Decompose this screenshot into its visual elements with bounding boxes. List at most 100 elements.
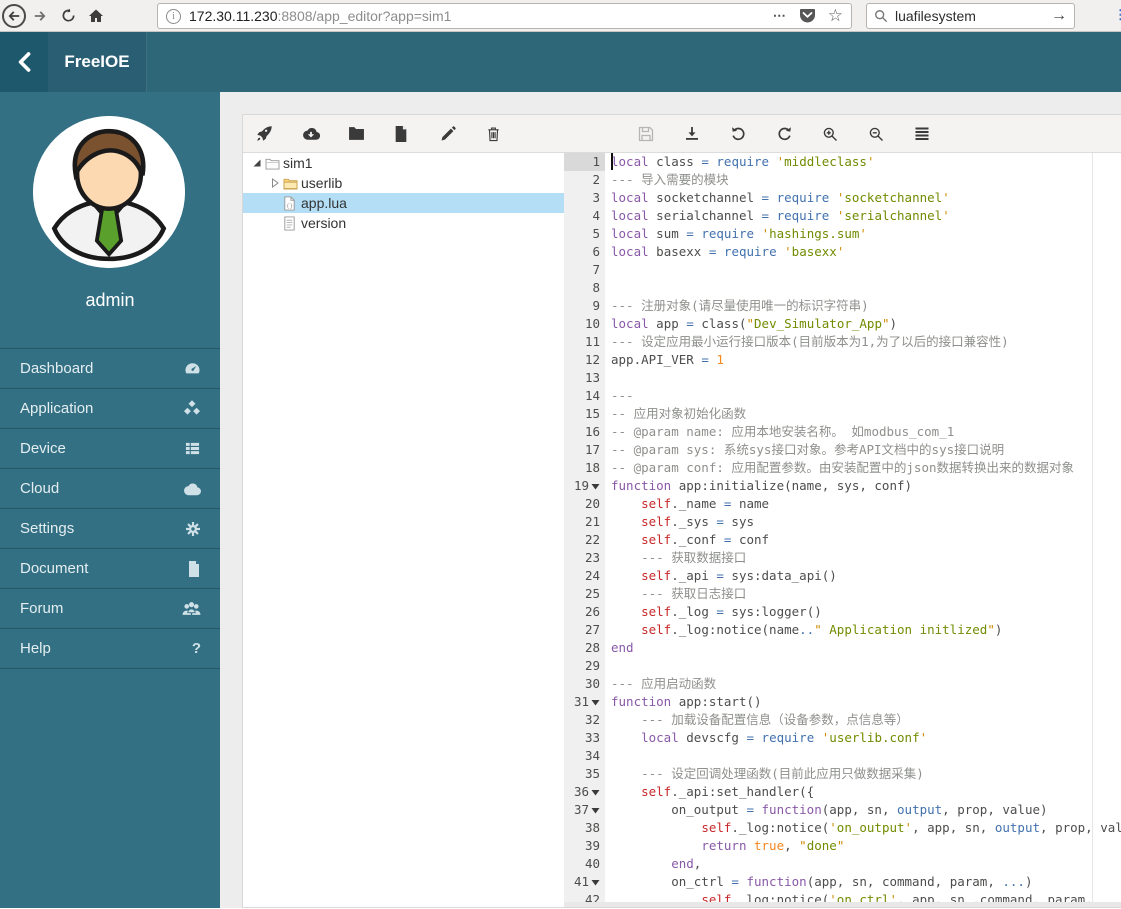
gutter-line-22[interactable]: 22 bbox=[564, 531, 605, 549]
code-line[interactable]: self._log = sys:logger() bbox=[605, 603, 1121, 621]
home-icon[interactable] bbox=[82, 2, 110, 30]
gutter-line-24[interactable]: 24 bbox=[564, 567, 605, 585]
sidebar-item-help[interactable]: Help? bbox=[0, 628, 220, 668]
gutter-line-12[interactable]: 12 bbox=[564, 351, 605, 369]
sidebar-item-application[interactable]: Application bbox=[0, 388, 220, 428]
code-line[interactable]: local class = require 'middleclass' bbox=[605, 153, 1121, 171]
gutter-line-25[interactable]: 25 bbox=[564, 585, 605, 603]
code-editor[interactable]: 1 2 3 4 5 6 7 8 9 10 11 12 13 14 15 16 17 18 19 20 21 22 23 24 2… bbox=[564, 153, 1121, 907]
tree-item-app-lua[interactable]: {} app.lua bbox=[243, 193, 564, 213]
code-line[interactable]: local devscfg = require 'userlib.conf' bbox=[605, 729, 1121, 747]
code-line[interactable] bbox=[605, 369, 1121, 387]
gutter-line-28[interactable]: 28 bbox=[564, 639, 605, 657]
code-line[interactable]: --- 设定回调处理函数(目前此应用只做数据采集) bbox=[605, 765, 1121, 783]
fold-arrow-icon[interactable] bbox=[591, 693, 600, 711]
gutter-line-19[interactable]: 19 bbox=[564, 477, 605, 495]
gutter-line-15[interactable]: 15 bbox=[564, 405, 605, 423]
code-line[interactable]: --- 加载设备配置信息（设备参数，点信息等） bbox=[605, 711, 1121, 729]
fold-arrow-icon[interactable] bbox=[591, 801, 600, 819]
gutter-line-10[interactable]: 10 bbox=[564, 315, 605, 333]
code-line[interactable]: self._log:notice(name.." Application ini… bbox=[605, 621, 1121, 639]
sidebar-item-settings[interactable]: Settings bbox=[0, 508, 220, 548]
editor-code-area[interactable]: local class = require 'middleclass' --- 导… bbox=[605, 153, 1121, 907]
gutter-line-35[interactable]: 35 bbox=[564, 765, 605, 783]
code-line[interactable]: self._conf = conf bbox=[605, 531, 1121, 549]
code-line[interactable]: -- @param name: 应用本地安装名称。 如modbus_com_1 bbox=[605, 423, 1121, 441]
gutter-line-33[interactable]: 33 bbox=[564, 729, 605, 747]
gutter-line-31[interactable]: 31 bbox=[564, 693, 605, 711]
toolbar-download-button[interactable] bbox=[684, 122, 730, 146]
code-line[interactable]: --- 注册对象(请尽量使用唯一的标识字符串) bbox=[605, 297, 1121, 315]
page-actions-icon[interactable]: ⋯ bbox=[773, 8, 787, 24]
gutter-line-5[interactable]: 5 bbox=[564, 225, 605, 243]
toolbar-pencil-button[interactable] bbox=[440, 122, 486, 146]
gutter-line-30[interactable]: 30 bbox=[564, 675, 605, 693]
gutter-line-23[interactable]: 23 bbox=[564, 549, 605, 567]
code-line[interactable]: --- bbox=[605, 387, 1121, 405]
pocket-icon[interactable] bbox=[799, 7, 816, 26]
code-line[interactable] bbox=[605, 747, 1121, 765]
code-line[interactable]: on_output = function(app, sn, output, pr… bbox=[605, 801, 1121, 819]
toolbar-zoom-in-button[interactable] bbox=[822, 122, 868, 146]
search-go-icon[interactable]: → bbox=[1051, 7, 1067, 25]
gutter-line-26[interactable]: 26 bbox=[564, 603, 605, 621]
code-line[interactable]: self._api:set_handler({ bbox=[605, 783, 1121, 801]
gutter-line-14[interactable]: 14 bbox=[564, 387, 605, 405]
code-line[interactable]: -- @param sys: 系统sys接口对象。参考API文档中的sys接口说… bbox=[605, 441, 1121, 459]
gutter-line-40[interactable]: 40 bbox=[564, 855, 605, 873]
search-input[interactable]: luafilesystem → bbox=[866, 3, 1075, 29]
gutter-line-27[interactable]: 27 bbox=[564, 621, 605, 639]
code-line[interactable]: self._name = name bbox=[605, 495, 1121, 513]
toolbar-cloud-download-button[interactable] bbox=[302, 122, 348, 146]
brand-logo[interactable]: FreeIOE bbox=[48, 32, 147, 92]
toolbar-rocket-button[interactable] bbox=[256, 122, 302, 146]
sidebar-item-document[interactable]: Document bbox=[0, 548, 220, 588]
gutter-line-9[interactable]: 9 bbox=[564, 297, 605, 315]
code-line[interactable]: end, bbox=[605, 855, 1121, 873]
fold-arrow-icon[interactable] bbox=[591, 783, 600, 801]
header-back-button[interactable] bbox=[0, 32, 48, 92]
fold-arrow-icon[interactable] bbox=[591, 477, 600, 495]
toolbar-file-button[interactable] bbox=[394, 122, 440, 146]
site-info-icon[interactable]: i bbox=[166, 8, 181, 24]
code-line[interactable] bbox=[605, 261, 1121, 279]
gutter-line-39[interactable]: 39 bbox=[564, 837, 605, 855]
code-line[interactable]: end bbox=[605, 639, 1121, 657]
toolbar-redo-button[interactable] bbox=[776, 122, 822, 146]
code-line[interactable]: function app:start() bbox=[605, 693, 1121, 711]
code-line[interactable]: self._api = sys:data_api() bbox=[605, 567, 1121, 585]
toolbar-trash-button[interactable] bbox=[486, 122, 532, 146]
code-line[interactable]: function app:initialize(name, sys, conf) bbox=[605, 477, 1121, 495]
tree-expander-icon[interactable] bbox=[249, 158, 265, 168]
gutter-line-32[interactable]: 32 bbox=[564, 711, 605, 729]
code-line[interactable]: --- 导入需要的模块 bbox=[605, 171, 1121, 189]
toolbar-justify-button[interactable] bbox=[914, 122, 960, 146]
toolbar-save-button[interactable] bbox=[638, 122, 684, 146]
toolbar-folder-button[interactable] bbox=[348, 122, 394, 146]
gutter-line-2[interactable]: 2 bbox=[564, 171, 605, 189]
gutter-line-37[interactable]: 37 bbox=[564, 801, 605, 819]
code-line[interactable]: return true, "done" bbox=[605, 837, 1121, 855]
code-line[interactable]: --- 获取日志接口 bbox=[605, 585, 1121, 603]
gutter-line-1[interactable]: 1 bbox=[564, 153, 605, 171]
sidebar-item-cloud[interactable]: Cloud bbox=[0, 468, 220, 508]
gutter-line-8[interactable]: 8 bbox=[564, 279, 605, 297]
gutter-line-18[interactable]: 18 bbox=[564, 459, 605, 477]
gutter-line-13[interactable]: 13 bbox=[564, 369, 605, 387]
url-bar[interactable]: i 172.30.11.230:8808/app_editor?app=sim1… bbox=[157, 3, 852, 29]
gutter-line-20[interactable]: 20 bbox=[564, 495, 605, 513]
bookmark-star-icon[interactable]: ☆ bbox=[828, 6, 843, 26]
gutter-line-11[interactable]: 11 bbox=[564, 333, 605, 351]
sidebar-item-dashboard[interactable]: Dashboard bbox=[0, 348, 220, 388]
gutter-line-41[interactable]: 41 bbox=[564, 873, 605, 891]
tree-item-sim1[interactable]: sim1 bbox=[243, 153, 564, 173]
code-line[interactable]: --- 设定应用最小运行接口版本(目前版本为1,为了以后的接口兼容性) bbox=[605, 333, 1121, 351]
code-line[interactable]: local basexx = require 'basexx' bbox=[605, 243, 1121, 261]
gutter-line-21[interactable]: 21 bbox=[564, 513, 605, 531]
tree-expander-icon[interactable] bbox=[267, 178, 283, 188]
gutter-line-4[interactable]: 4 bbox=[564, 207, 605, 225]
code-line[interactable]: --- 获取数据接口 bbox=[605, 549, 1121, 567]
tree-item-version[interactable]: version bbox=[243, 213, 564, 233]
gutter-line-17[interactable]: 17 bbox=[564, 441, 605, 459]
gutter-line-7[interactable]: 7 bbox=[564, 261, 605, 279]
